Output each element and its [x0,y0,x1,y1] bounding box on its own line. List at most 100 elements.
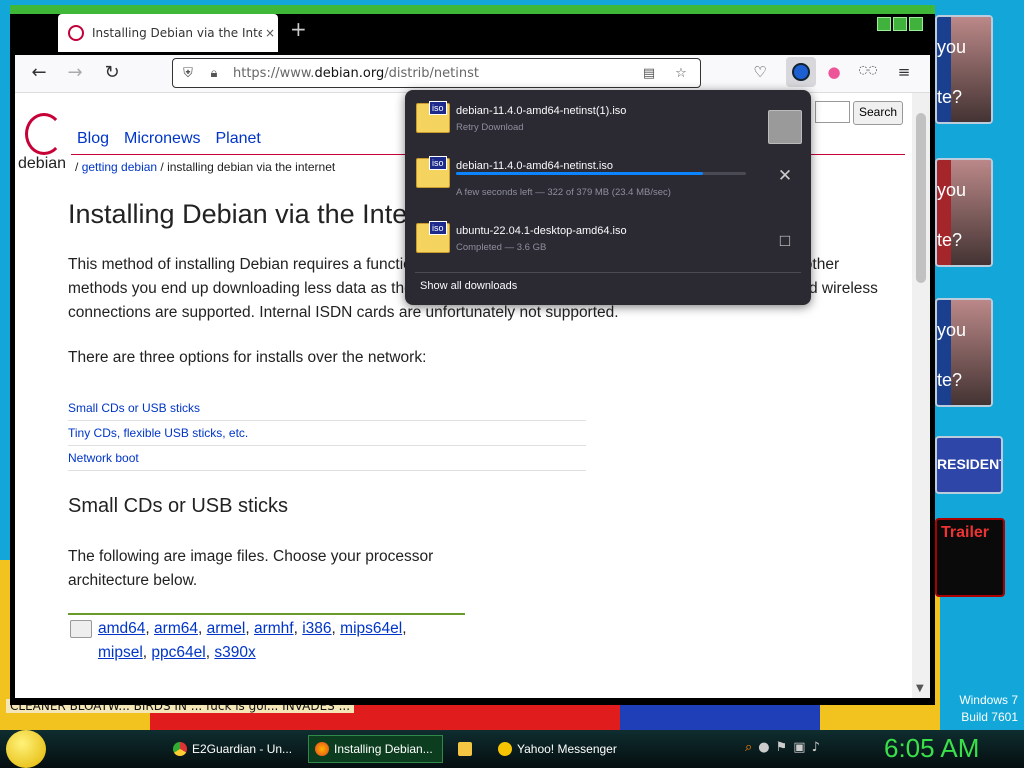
extension-icon[interactable]: ◌◌ [857,63,879,76]
url-prefix: https://www. [233,65,315,81]
download-filename: debian-11.4.0-amd64-netinst.iso [456,160,613,172]
pocket-icon[interactable]: ♡ [749,63,771,81]
arch-link[interactable]: i386 [302,620,331,637]
page-title: Installing Debian via the Internet [68,199,454,229]
forward-icon[interactable]: → [63,62,87,83]
nav-blog[interactable]: Blog [77,130,109,148]
arch-link[interactable]: armhf [254,620,294,637]
extension-flag-icon[interactable]: ● [823,63,845,81]
nav-micronews[interactable]: Micronews [124,130,200,148]
ad-tile-3[interactable]: you te? [935,298,993,407]
url-path: /distrib/netinst [384,65,479,81]
arch-link[interactable]: amd64 [98,620,145,637]
reader-icon[interactable]: ▤ [638,66,660,81]
maximize-button[interactable] [893,17,907,31]
search-button[interactable]: Search [853,101,904,125]
tray-app-icon[interactable]: ● [758,740,769,755]
ad-text: te? [937,370,963,390]
taskbar-label: E2Guardian - Un... [192,742,293,756]
downloads-panel: iso debian-11.4.0-amd64-netinst(1).iso R… [405,90,811,305]
minimize-button[interactable] [877,17,891,31]
arch-link[interactable]: mips64el [340,620,402,637]
shield-icon[interactable]: ⛨ [177,66,199,81]
search-input[interactable] [815,101,850,123]
url-text[interactable]: https://www.debian.org/distrib/netinst [233,66,634,81]
volume-icon[interactable]: ♪ [812,740,820,755]
logo-text[interactable]: debian [18,155,66,173]
nav-planet[interactable]: Planet [216,130,261,148]
folder-icon [458,742,472,756]
taskbar-item-e2guardian[interactable]: E2Guardian - Un... [167,735,302,763]
show-all-downloads-button[interactable]: Show all downloads [420,280,517,292]
retry-download-button[interactable] [768,110,802,144]
taskbar-label: Yahoo! Messenger [517,742,617,756]
toc-link[interactable]: Small CDs or USB sticks [68,396,586,421]
breadcrumb: / getting debian / installing debian via… [75,160,335,174]
scroll-down-icon[interactable]: ▼ [916,683,924,694]
scroll-thumb[interactable] [916,113,926,283]
toc-link[interactable]: Network boot [68,446,586,471]
back-icon[interactable]: ← [27,62,51,83]
ad-tile-2[interactable]: you te? [935,158,993,267]
network-icon[interactable]: ▣ [793,740,805,755]
ad-text: RESIDENT [937,456,1003,472]
lock-icon[interactable]: 🔒︎ [203,66,225,81]
download-item[interactable]: iso ubuntu-22.04.1-desktop-amd64.iso Com… [405,215,811,270]
ad-text: you [937,180,967,200]
start-button-smiley-icon[interactable] [6,730,46,768]
close-window-button[interactable] [909,17,923,31]
flag-icon[interactable]: ⚑ [776,740,788,755]
options-intro: There are three options for installs ove… [68,349,427,366]
download-item[interactable]: iso debian-11.4.0-amd64-netinst.iso A fe… [405,150,811,205]
menu-icon[interactable]: ≡ [893,63,915,81]
folder-icon[interactable]: □ [771,227,799,255]
tab-close-icon[interactable]: × [262,26,278,40]
section-paragraph: The following are image files. Choose yo… [68,548,434,589]
ad-text: te? [937,87,963,107]
ad-tile-president[interactable]: RESIDENT [935,436,1003,494]
debian-logo-icon[interactable] [25,113,63,155]
site-nav: Blog Micronews Planet [77,130,261,148]
clock[interactable]: 6:05 AM [884,733,979,764]
star-icon[interactable]: ☆ [670,66,692,81]
breadcrumb-link[interactable]: getting debian [82,160,157,174]
debian-favicon-icon [68,25,84,41]
download-item[interactable]: iso debian-11.4.0-amd64-netinst(1).iso R… [405,95,811,150]
page-scrollbar[interactable]: ▼ [912,93,930,698]
arch-link[interactable]: arm64 [154,620,198,637]
url-bar[interactable]: ⛨ 🔒︎ https://www.debian.org/distrib/neti… [172,58,701,88]
yahoo-smiley-icon [498,742,512,756]
close-icon[interactable]: ✕ [771,162,799,190]
options-list: Small CDs or USB sticks Tiny CDs, flexib… [68,396,586,471]
windows-build-info: Windows 7 Build 7601 [959,692,1018,726]
reload-icon[interactable]: ↻ [100,62,124,83]
chrome-icon [173,742,187,756]
iso-label: iso [429,156,447,170]
section-divider [68,613,465,615]
ad-tile-trailer[interactable]: Trailer [935,518,1005,597]
iso-label: iso [429,101,447,115]
arch-link[interactable]: armel [207,620,246,637]
taskbar-label: Installing Debian... [334,742,433,756]
ad-tile-1[interactable]: you te? [935,15,993,124]
arch-link[interactable]: mipsel [98,644,143,661]
download-filename: debian-11.4.0-amd64-netinst(1).iso [456,105,627,117]
arch-link[interactable]: s390x [214,644,255,661]
arch-link[interactable]: ppc64el [151,644,205,661]
windows-build: Build 7601 [961,710,1018,724]
ad-text: you [937,320,967,340]
taskbar-item-explorer[interactable] [452,735,487,763]
download-progress-bar [456,172,746,175]
firefox-icon [315,742,329,756]
toc-link[interactable]: Tiny CDs, flexible USB sticks, etc. [68,421,586,446]
search-icon[interactable]: ⌕ [745,740,752,755]
architecture-links: amd64, arm64, armel, armhf, i386, mips64… [98,620,407,661]
taskbar-item-firefox[interactable]: Installing Debian... [308,735,443,763]
download-button[interactable] [786,57,816,87]
new-tab-button[interactable]: + [290,17,307,41]
tab-active[interactable]: Installing Debian via the Internet × [58,14,278,52]
iso-label: iso [429,221,447,235]
breadcrumb-separator: / [75,160,79,174]
taskbar-item-yahoo[interactable]: Yahoo! Messenger [492,735,627,763]
window-controls [877,17,923,31]
